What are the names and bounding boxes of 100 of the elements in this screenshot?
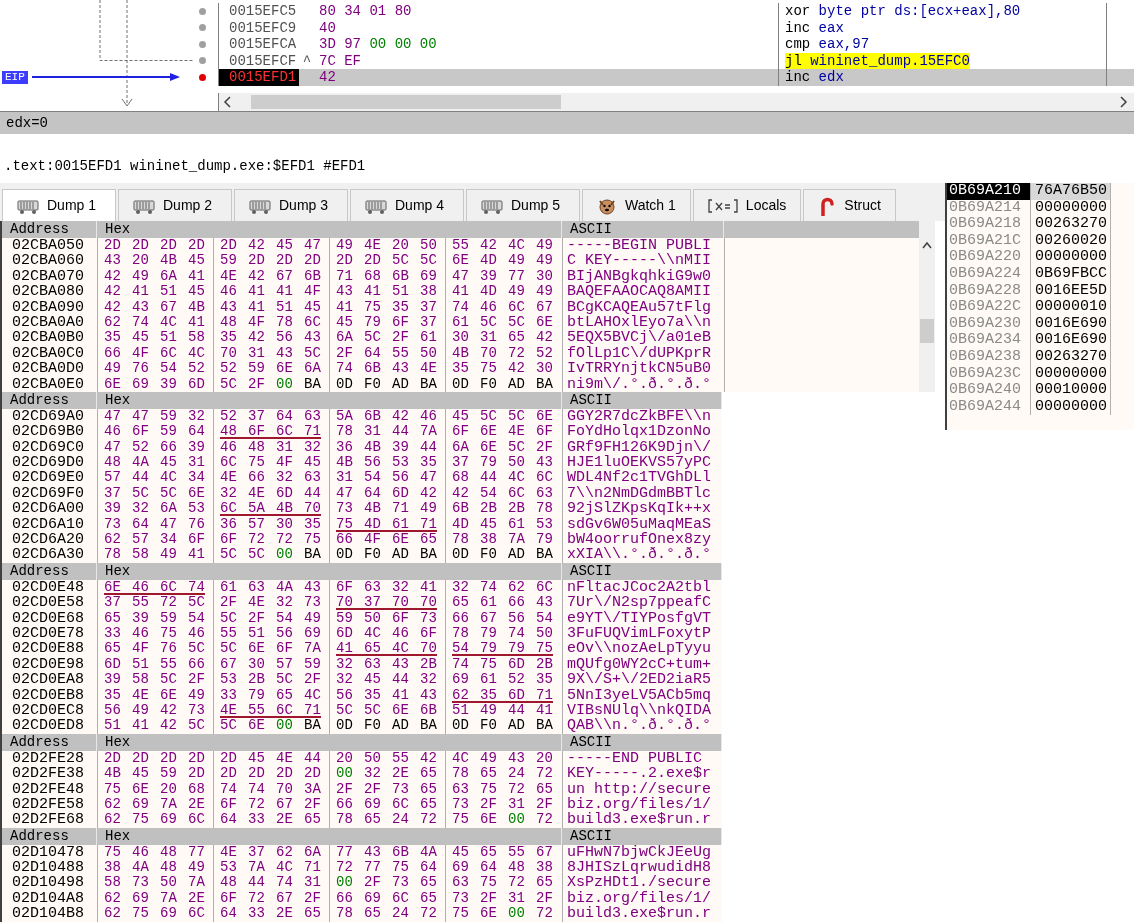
scrollbar-thumb[interactable] xyxy=(251,95,561,110)
tab[interactable]: Watch 1 xyxy=(582,189,691,221)
hex-bytes: 69 61 52 35 xyxy=(452,672,553,688)
hex-bytes: 48 4F 78 6C xyxy=(220,314,321,330)
tab[interactable]: Struct xyxy=(803,189,896,221)
stack-address[interactable]: 0B69A21C xyxy=(947,232,1030,250)
ascii-text: uFHwN7bjwCkJEeUg xyxy=(567,843,712,861)
memory-icon xyxy=(17,197,39,214)
ascii-text: WDL4Nf2c1TVGhDLl xyxy=(567,469,712,487)
hex-bytes: 38 4A 48 49 xyxy=(104,860,205,876)
stack-address[interactable]: 0B69A244 xyxy=(947,398,1030,416)
address-cell-text: 02CBA0C0 xyxy=(11,345,85,362)
hex-bytes: 41 65 4C 70 xyxy=(336,641,437,657)
ascii-text: bW4oorrufOnex8zy xyxy=(567,531,712,549)
scrollbar-thumb[interactable] xyxy=(920,319,934,343)
address-cell-text: 02CBA0A0 xyxy=(11,314,85,331)
hex-bytes: 54 79 79 75 xyxy=(452,641,553,657)
tab[interactable]: Dump 4 xyxy=(350,189,464,221)
tab[interactable]: Locals xyxy=(692,189,802,221)
hex-bytes: 33 46 75 46 xyxy=(104,626,205,641)
stack-address[interactable]: 0B69A214 xyxy=(947,199,1030,217)
hex-bytes: 78 58 49 41 xyxy=(104,547,205,563)
hex-bytes: 75 4D 61 71 xyxy=(336,516,437,532)
vertical-scrollbar[interactable] xyxy=(919,221,935,392)
stack-address[interactable]: 0B69A23C xyxy=(947,365,1030,383)
ascii-text: eOv\\nozAeLpTyyu xyxy=(567,640,712,658)
scroll-up-icon[interactable] xyxy=(921,241,933,249)
stack-address[interactable]: 0B69A218 xyxy=(947,216,1030,233)
address-cell-text: 0015EFC5 xyxy=(228,3,298,20)
hex-bytes: 5C 6E 6F 7A xyxy=(220,641,321,657)
tab[interactable]: Dump 3 xyxy=(234,189,348,221)
tab[interactable]: Dump 5 xyxy=(466,189,580,221)
eip-label: EIP xyxy=(2,70,28,84)
hex-bytes: 67 30 57 59 xyxy=(220,656,321,672)
arrow-icon xyxy=(31,72,182,83)
hex-bytes: 57 44 4C 34 xyxy=(104,470,205,486)
hex-bytes: 4C 49 43 20 xyxy=(452,750,553,766)
stack-address[interactable]: 0B69A22C xyxy=(947,299,1030,316)
stack-address[interactable]: 0B69A238 xyxy=(947,348,1030,366)
hex-bytes: 41 75 35 37 xyxy=(336,299,437,315)
hex-bytes: 0D F0 AD BA xyxy=(336,376,437,392)
hex-bytes: 78 65 24 72 xyxy=(452,766,553,782)
hex-bytes: 69 64 48 38 xyxy=(452,860,553,876)
memory-icon xyxy=(133,197,155,214)
address-cell-text: 02CD0E58 xyxy=(11,595,85,611)
hex-bytes: 37 55 72 5C xyxy=(104,595,205,611)
stack-address[interactable]: 0B69A230 xyxy=(947,315,1030,333)
instruction-bytes: 42 xyxy=(318,69,337,86)
address-cell-text: 02CD6A10 xyxy=(11,516,85,533)
hex-bytes: 4B 45 59 2D xyxy=(104,766,205,782)
horizontal-scrollbar[interactable] xyxy=(218,93,1134,111)
hex-bytes: 47 52 66 39 xyxy=(104,439,205,455)
hex-bytes: 66 69 6C 65 xyxy=(336,890,437,906)
hex-bytes: 5A 6B 42 46 xyxy=(336,408,437,424)
stack-address[interactable]: 0B69A228 xyxy=(947,282,1030,300)
hex-bytes: 6D 51 55 66 xyxy=(104,656,205,672)
instruction: inc edx xyxy=(785,69,844,86)
hex-bytes: 65 4F 76 5C xyxy=(104,641,205,657)
ascii-text: ni9m\/.°.ð.°.ð.° xyxy=(567,375,712,393)
hex-bytes: 63 75 72 65 xyxy=(452,781,553,797)
variable-brackets-icon xyxy=(707,198,738,213)
hex-bytes: 5C 5C 6E 6B xyxy=(336,702,437,718)
address-cell-text: 02CD69B0 xyxy=(11,424,85,440)
ascii-text: biz.org/files/1/ xyxy=(567,795,712,813)
stack-value: 0B69FBCC xyxy=(1030,265,1110,283)
hex-bytes: 4D 45 61 53 xyxy=(452,516,553,532)
stack-address[interactable]: 0B69A240 xyxy=(947,382,1030,399)
hex-bytes: 6D 4C 46 6F xyxy=(336,626,437,641)
hex-bytes: 68 44 4C 6C xyxy=(452,470,553,486)
stack-address[interactable]: 0B69A224 xyxy=(947,265,1030,283)
stack-address[interactable]: 0B69A210 xyxy=(947,183,1030,200)
address-cell-text: 02CBA090 xyxy=(11,299,85,315)
hex-bytes: 62 35 6D 71 xyxy=(452,687,553,703)
address-cell-text: 02CD6A20 xyxy=(11,532,85,548)
address-cell-text: 02D10488 xyxy=(11,860,85,876)
tab[interactable]: Dump 2 xyxy=(118,189,232,221)
address-cell-text: 0015EFCA xyxy=(228,36,298,53)
hex-bytes: 6F 6E 4E 6F xyxy=(452,424,553,440)
hex-bytes: 0D F0 AD BA xyxy=(336,718,437,734)
ascii-text: BIjANBgkqhkiG9w0 xyxy=(567,267,712,285)
instruction: xor byte ptr ds:[ecx+eax],80 xyxy=(785,3,1021,20)
ascii-text: GGY2R7dcZkBFE\\n xyxy=(567,407,712,425)
hex-bytes: 35 4E 6E 49 xyxy=(104,687,205,703)
ascii-text: GRf9FH126K9Djn\/ xyxy=(567,438,712,456)
ascii-text: BAQEFAAOCAQ8AMII xyxy=(567,283,712,301)
hex-bytes: 73 4B 71 49 xyxy=(336,501,437,517)
ascii-text: -----END PUBLIC xyxy=(567,749,703,767)
address-cell-text: 02CD69E0 xyxy=(11,470,85,486)
stack-address[interactable]: 0B69A234 xyxy=(947,332,1030,349)
stack-address[interactable]: 0B69A220 xyxy=(947,249,1030,266)
stack-value: 0016EE5D xyxy=(1030,282,1110,300)
stack-value: 00263270 xyxy=(1030,216,1110,233)
ascii-text: -----BEGIN PUBLI xyxy=(567,237,712,254)
hex-bytes: 45 79 6F 37 xyxy=(336,314,437,330)
ascii-text: un http://secure xyxy=(567,780,712,798)
cane-icon xyxy=(818,195,837,216)
stack-value: 0016E690 xyxy=(1030,315,1110,333)
hex-bytes: 58 73 50 7A xyxy=(104,875,205,891)
hex-bytes: 66 4F 6E 65 xyxy=(336,532,437,548)
tab[interactable]: Dump 1 xyxy=(2,189,116,221)
